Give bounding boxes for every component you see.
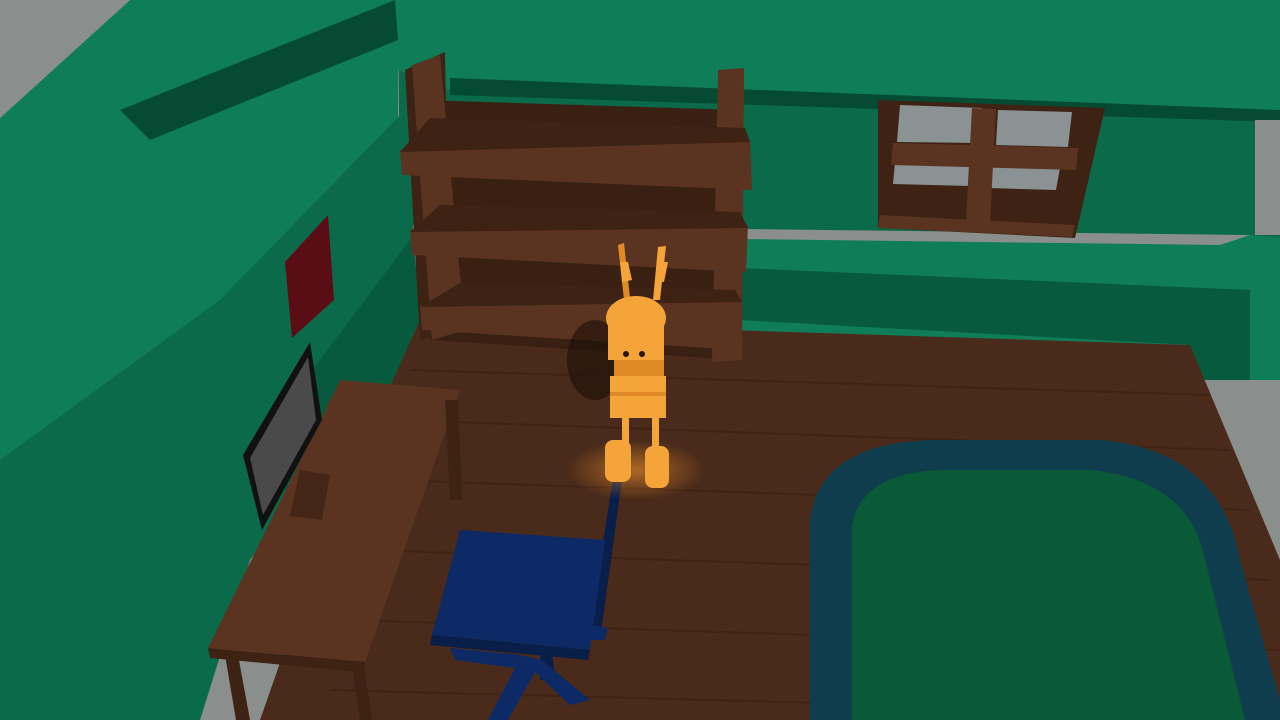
room-scene	[0, 0, 1280, 720]
right-gap	[1255, 120, 1280, 235]
game-viewport[interactable]	[0, 0, 1280, 720]
window	[878, 100, 1105, 238]
